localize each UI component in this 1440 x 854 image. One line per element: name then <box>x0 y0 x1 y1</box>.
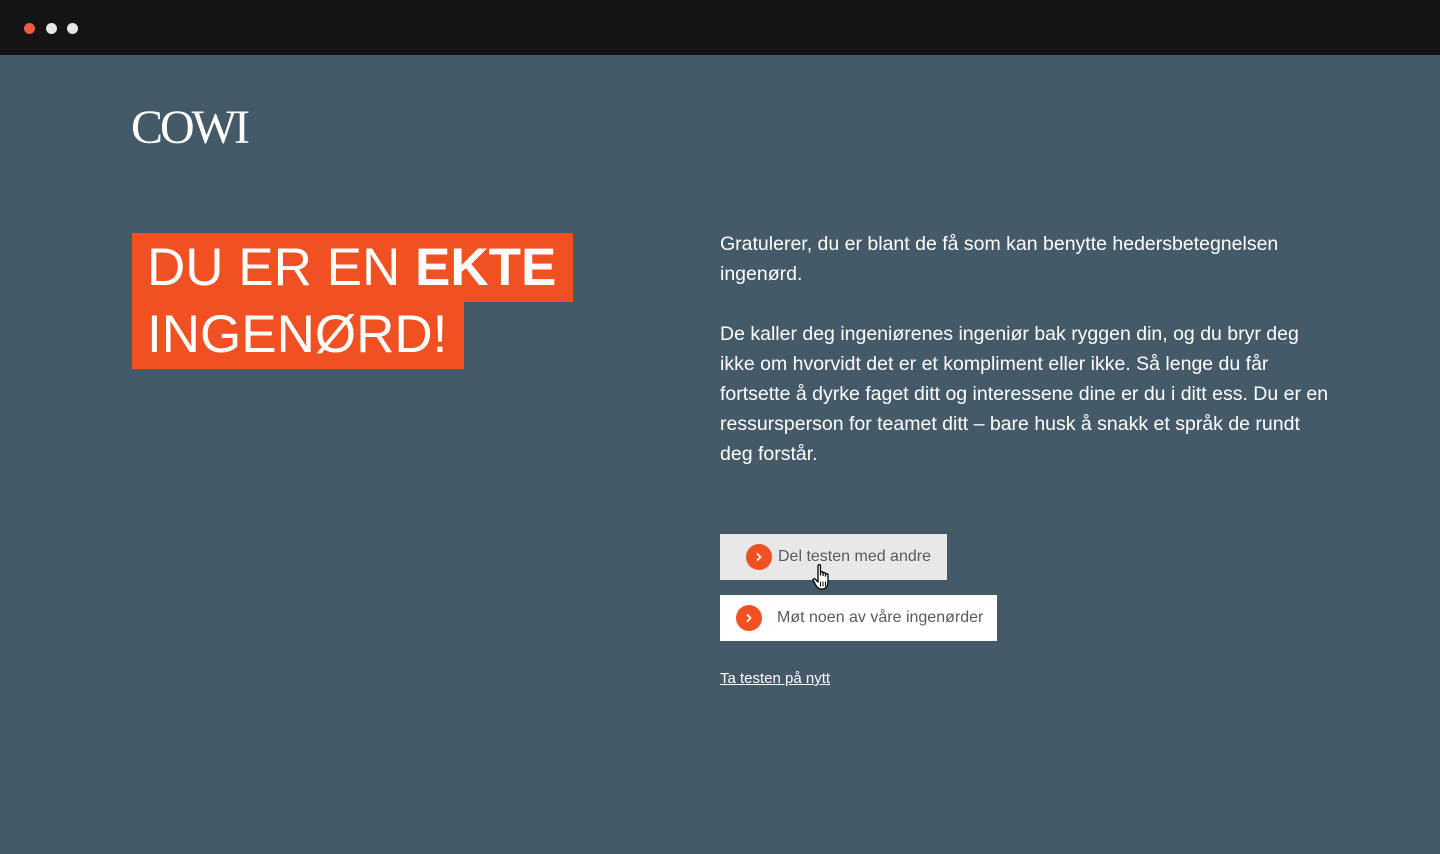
window-titlebar <box>0 0 1440 55</box>
headline-line-1-bold: EKTE <box>414 238 557 297</box>
result-paragraph-1: Gratulerer, du er blant de få som kan be… <box>720 233 1279 285</box>
result-description: Gratulerer, du er blant de få som kan be… <box>720 229 1330 499</box>
headline-line-1: DU ER EN EKTE <box>132 233 574 302</box>
cowi-logo[interactable]: COWI <box>131 104 250 152</box>
hand-pointer-cursor-icon <box>812 564 829 590</box>
meet-ingenords-button[interactable]: Møt noen av våre ingenørder <box>720 595 997 641</box>
share-test-label: Del testen med andre <box>778 548 931 565</box>
maximize-window-dot[interactable] <box>67 23 78 34</box>
headline-line-2: INGENØRD! <box>132 300 465 369</box>
chevron-right-icon <box>746 544 772 570</box>
headline-line-1-light: DU ER EN <box>147 238 415 297</box>
meet-ingenords-label: Møt noen av våre ingenørder <box>777 609 984 626</box>
result-paragraph-2: De kaller deg ingeniørenes ingeniør bak … <box>720 323 1329 465</box>
retake-test-link[interactable]: Ta testen på nytt <box>720 670 830 687</box>
result-headline: DU ER EN EKTE INGENØRD! <box>132 233 574 369</box>
chevron-right-icon <box>736 605 762 631</box>
minimize-window-dot[interactable] <box>46 23 57 34</box>
close-window-dot[interactable] <box>24 23 35 34</box>
